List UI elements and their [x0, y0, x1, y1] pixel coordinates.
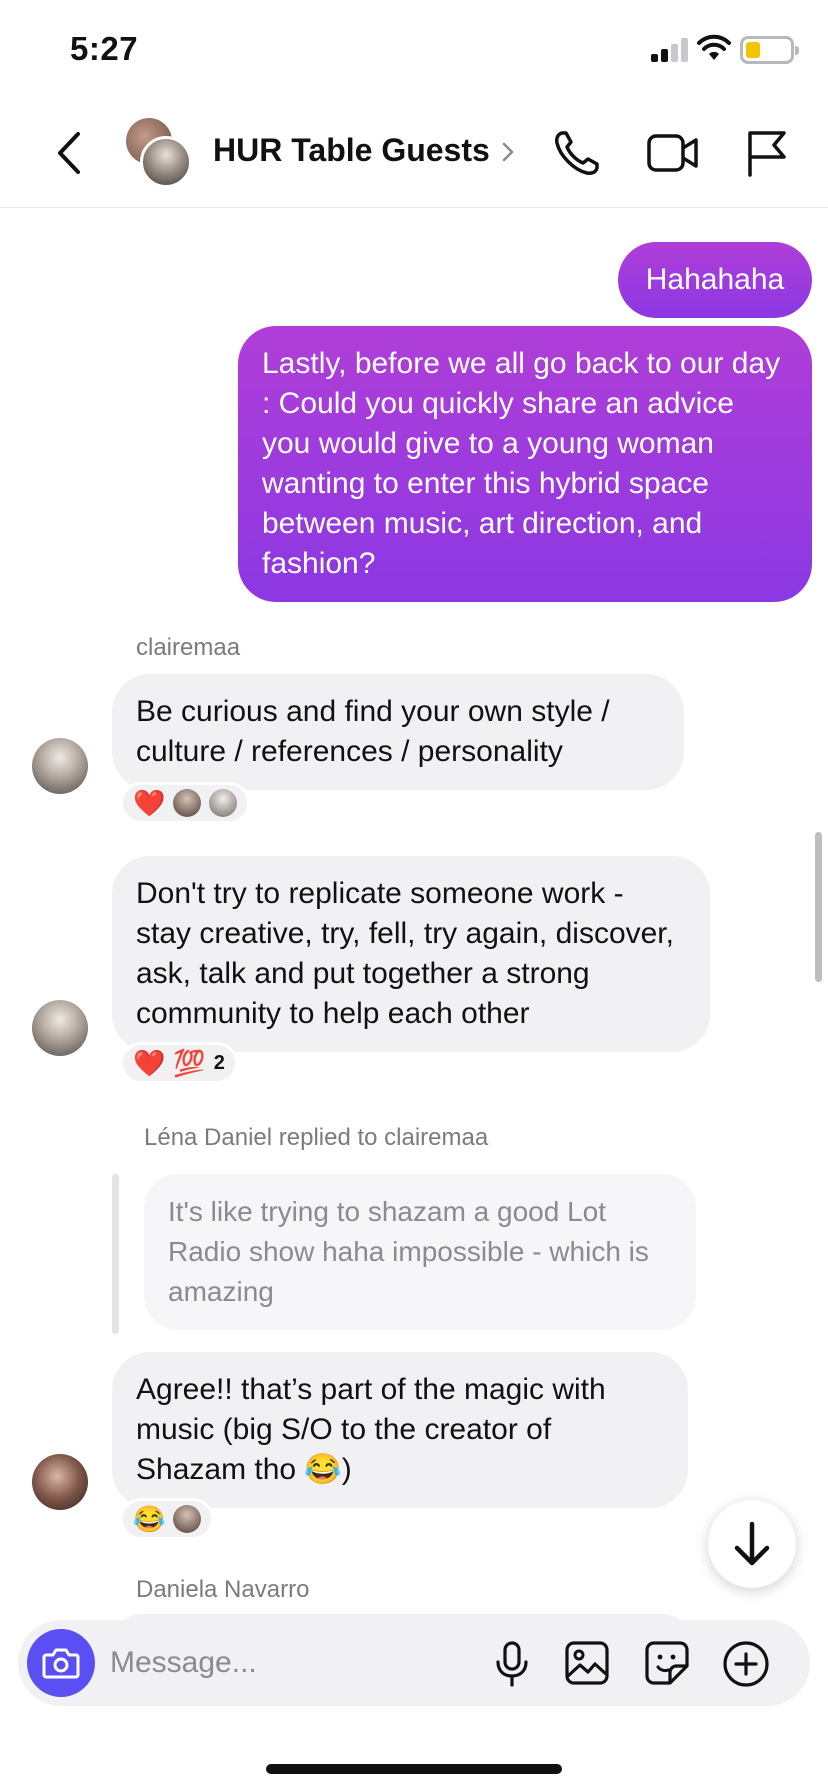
group-avatar[interactable]: [126, 118, 196, 188]
message-bubble-incoming[interactable]: Don't try to replicate someone work - st…: [112, 856, 710, 1052]
cellular-signal-icon: [651, 38, 691, 62]
avatar[interactable]: [32, 1454, 88, 1510]
reaction-emoji: 😂: [133, 1504, 166, 1534]
reaction-emoji: 💯: [173, 1048, 206, 1078]
sender-name: Daniela Navarro: [136, 1576, 310, 1603]
reply-quoted-message[interactable]: It's like trying to shazam a good Lot Ra…: [144, 1174, 696, 1330]
battery-icon: [740, 36, 799, 64]
avatar[interactable]: [32, 738, 88, 794]
arrow-down-icon: [734, 1521, 770, 1566]
reactions-bar[interactable]: 😂: [120, 1498, 215, 1540]
reply-quote-bar: [112, 1174, 119, 1334]
scroll-to-bottom-button[interactable]: [708, 1500, 796, 1588]
status-time: 5:27: [70, 30, 139, 67]
home-indicator[interactable]: [266, 1764, 562, 1774]
message-bubble-outgoing[interactable]: Hahahaha: [618, 242, 812, 318]
message-input[interactable]: [110, 1640, 410, 1686]
flag-icon[interactable]: [744, 128, 788, 178]
sticker-icon[interactable]: [644, 1640, 690, 1686]
plus-circle-icon[interactable]: [722, 1640, 770, 1688]
wifi-icon: [697, 34, 731, 60]
reactor-avatar: [209, 789, 238, 817]
message-bubble-outgoing[interactable]: Lastly, before we all go back to our day…: [238, 326, 812, 602]
microphone-icon[interactable]: [494, 1640, 530, 1688]
video-camera-icon[interactable]: [646, 128, 700, 178]
sender-name: clairemaa: [136, 634, 241, 661]
phone-icon[interactable]: [552, 128, 602, 178]
scrollbar[interactable]: [815, 832, 822, 982]
camera-icon: [42, 1648, 80, 1679]
gallery-icon[interactable]: [564, 1640, 610, 1686]
message-composer: [18, 1620, 810, 1706]
status-bar: 5:27: [0, 0, 828, 100]
message-bubble-incoming[interactable]: Agree!! that’s part of the magic with mu…: [112, 1352, 688, 1508]
avatar[interactable]: [32, 1000, 88, 1056]
reaction-emoji: ❤️: [133, 1048, 166, 1078]
reaction-count: 2: [213, 1051, 225, 1074]
camera-button[interactable]: [27, 1629, 95, 1697]
reactions-bar[interactable]: ❤️ 💯 2: [120, 1042, 238, 1084]
reply-context-label: Léna Daniel replied to clairemaa: [144, 1124, 489, 1151]
back-icon[interactable]: [52, 128, 86, 178]
chat-header: HUR Table Guests: [0, 100, 828, 208]
reactions-bar[interactable]: ❤️: [120, 782, 251, 824]
reactor-avatar: [173, 1505, 202, 1533]
reaction-emoji: ❤️: [133, 788, 166, 818]
group-avatar-front: [140, 136, 192, 188]
chat-title[interactable]: HUR Table Guests: [213, 132, 490, 169]
chevron-right-icon[interactable]: [500, 140, 516, 164]
message-bubble-incoming[interactable]: Be curious and find your own style / cul…: [112, 674, 684, 790]
reactor-avatar: [173, 789, 202, 817]
